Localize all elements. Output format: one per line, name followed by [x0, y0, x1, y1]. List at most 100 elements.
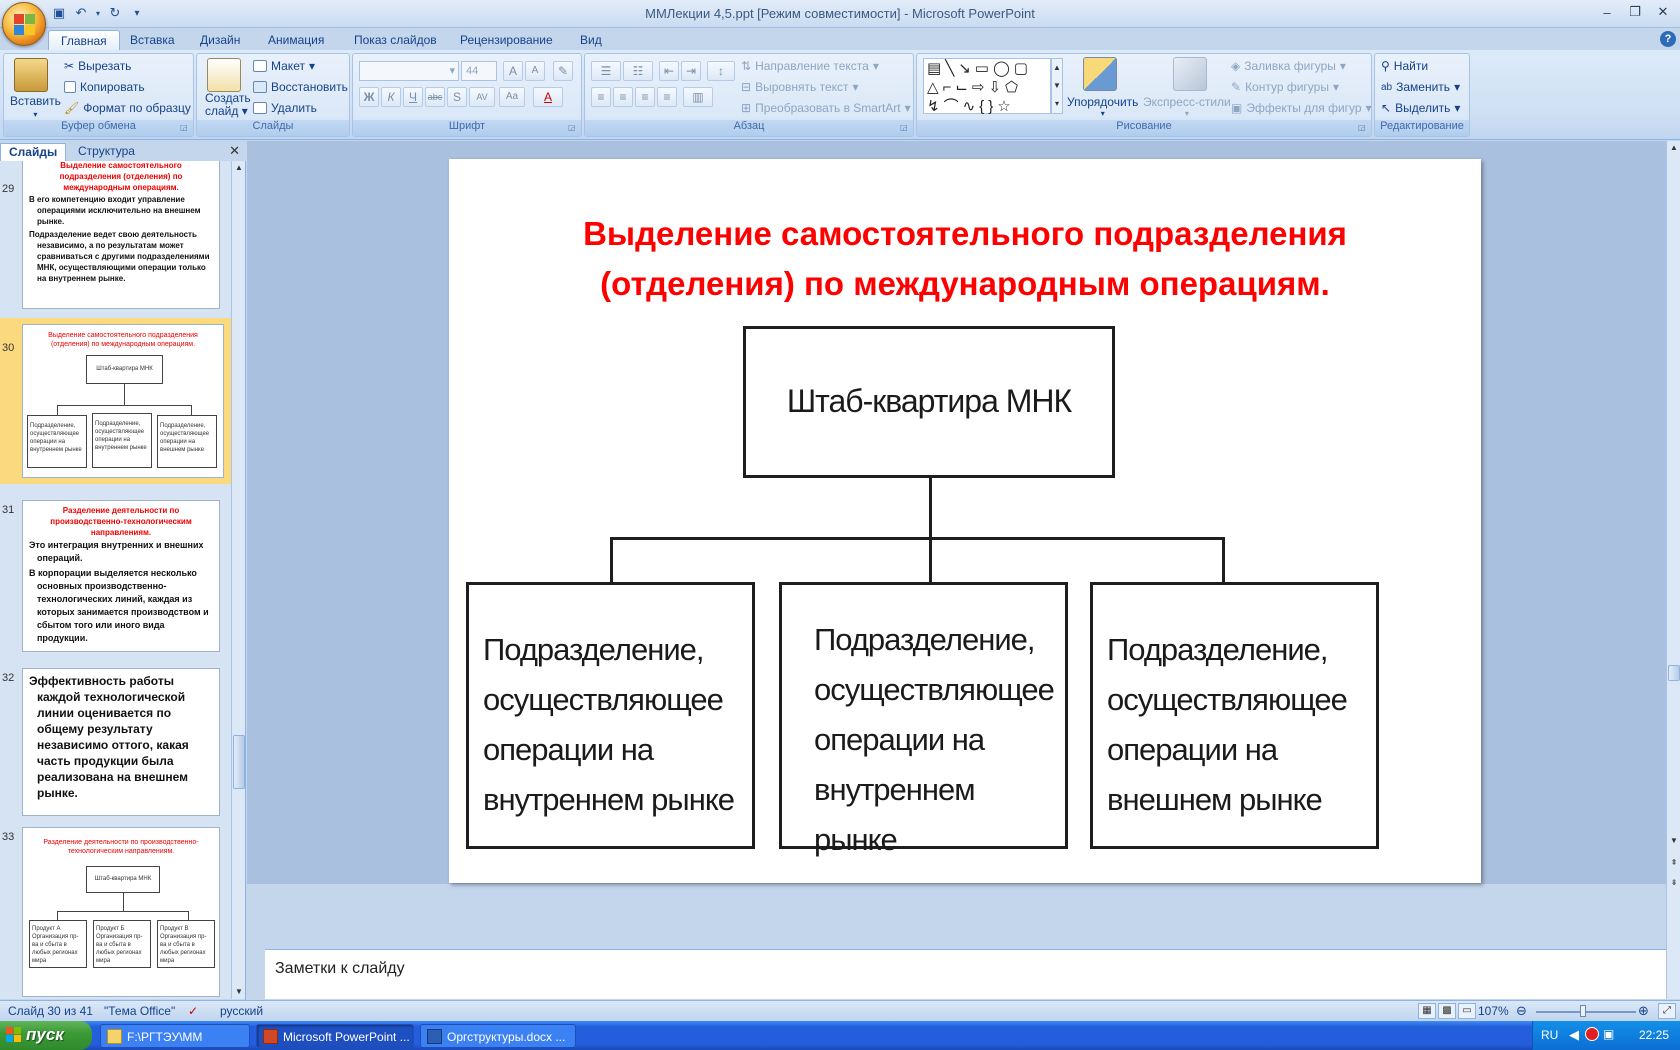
bullets-icon[interactable]: ☰	[591, 61, 621, 81]
elbow-connector-icon[interactable]: ⌐	[943, 79, 956, 96]
char-spacing-button[interactable]: AV	[469, 87, 495, 107]
reset-button[interactable]: Восстановить	[253, 80, 348, 94]
zoom-slider-thumb[interactable]	[1580, 1005, 1586, 1017]
font-color-button[interactable]: A	[533, 87, 563, 107]
scroll-thumb[interactable]	[233, 735, 245, 789]
copy-button[interactable]: Копировать	[64, 80, 145, 94]
notes-placeholder[interactable]: Заметки к слайду	[275, 960, 405, 978]
shrink-font-icon[interactable]: A	[525, 61, 545, 81]
tab-insert[interactable]: Вставка	[118, 30, 187, 51]
format-painter-button[interactable]: 🖌 Формат по образцу	[64, 101, 191, 115]
zoom-out-icon[interactable]: ⊖	[1516, 1003, 1527, 1019]
notes-pane[interactable]: Заметки к слайду	[265, 949, 1666, 999]
scroll-up-icon[interactable]: ▲	[1668, 142, 1680, 154]
star-shape-icon[interactable]: ☆	[997, 98, 1014, 115]
underline-button[interactable]: Ч	[403, 87, 423, 107]
font-launcher-icon[interactable]: ◲	[568, 123, 579, 134]
elbow-arrow-icon[interactable]: ⌙	[955, 79, 972, 96]
help-icon[interactable]: ?	[1660, 31, 1676, 47]
close-icon[interactable]: ✕	[1650, 2, 1676, 22]
slide-scrollbar[interactable]: ▲ ▼ ⇞ ⇟	[1666, 141, 1680, 999]
zoom-in-icon[interactable]: ⊕	[1638, 1003, 1649, 1019]
scroll-up-icon[interactable]: ▲	[233, 162, 245, 174]
text-direction-button[interactable]: ⇅ Направление текста ▾	[741, 59, 879, 73]
paste-button[interactable]: Вставить ▾	[10, 95, 61, 121]
select-button[interactable]: ↖ Выделить ▾	[1381, 101, 1460, 115]
shapes-gallery[interactable]: ▤╲↘▭◯▢ △⌐⌙⇨⇩⬠ ↯⌒∿{}☆	[923, 58, 1051, 115]
oval-shape-icon[interactable]: ◯	[993, 60, 1014, 77]
line-spacing-icon[interactable]: ↕	[707, 61, 735, 81]
thumbnail-slide-29[interactable]: Выделение самостоятельного подразделения…	[22, 161, 220, 309]
quick-styles-icon[interactable]	[1173, 57, 1207, 91]
org-chart-hq-box[interactable]: Штаб-квартира МНК	[743, 326, 1115, 478]
italic-button[interactable]: К	[381, 87, 401, 107]
arrange-button[interactable]: Упорядочить ▾	[1067, 96, 1138, 120]
columns-icon[interactable]: ▥	[683, 87, 713, 107]
shape-fill-button[interactable]: ◈ Заливка фигуры ▾	[1231, 59, 1346, 73]
tab-home[interactable]: Главная	[48, 30, 120, 51]
tab-outline[interactable]: Структура	[70, 143, 143, 161]
arrange-icon[interactable]	[1083, 57, 1117, 91]
thumbnail-slide-30[interactable]: Выделение самостоятельного подразделения…	[22, 324, 224, 478]
strikethrough-button[interactable]: abc	[425, 87, 445, 107]
line-shape-icon[interactable]: ╲	[945, 60, 958, 77]
rectangle-shape-icon[interactable]: ▭	[975, 60, 993, 77]
previous-slide-icon[interactable]: ⇞	[1668, 857, 1680, 869]
office-button[interactable]	[2, 2, 46, 46]
align-text-button[interactable]: ⊟ Выровнять текст ▾	[741, 80, 859, 94]
language-status[interactable]: русский	[220, 1004, 263, 1018]
align-center-icon[interactable]: ≡	[613, 87, 633, 107]
antivirus-icon[interactable]	[1585, 1027, 1599, 1041]
bold-button[interactable]: Ж	[359, 87, 379, 107]
back-tray-icon[interactable]: ◀	[1569, 1027, 1579, 1043]
right-arrow-shape-icon[interactable]: ⇨	[972, 79, 989, 96]
numbering-icon[interactable]: ☷	[623, 61, 653, 81]
replace-button[interactable]: ab Заменить ▾	[1381, 80, 1460, 94]
thumbnail-slide-33[interactable]: Разделение деятельности по производствен…	[22, 827, 220, 997]
decrease-indent-icon[interactable]: ⇤	[659, 61, 679, 81]
zoom-level[interactable]: 107%	[1478, 1004, 1509, 1018]
tab-slides[interactable]: Слайды	[0, 143, 67, 161]
tab-slideshow[interactable]: Показ слайдов	[342, 30, 449, 51]
tab-animation[interactable]: Анимация	[256, 30, 336, 51]
align-right-icon[interactable]: ≡	[635, 87, 655, 107]
taskbar-item-powerpoint[interactable]: Microsoft PowerPoint ...	[256, 1024, 414, 1048]
org-chart-box-2[interactable]: Подразделение, осуществляющее операции н…	[779, 582, 1068, 857]
scroll-thumb[interactable]	[1668, 665, 1680, 681]
clipboard-launcher-icon[interactable]: ◲	[180, 123, 191, 134]
delete-slide-button[interactable]: Удалить	[253, 101, 317, 115]
scroll-down-icon[interactable]: ▼	[233, 986, 245, 998]
thumbnail-scrollbar[interactable]: ▲ ▼	[231, 161, 245, 999]
font-name-combo[interactable]: ▾	[359, 61, 459, 81]
layout-button[interactable]: Макет ▾	[253, 59, 315, 73]
language-indicator[interactable]: RU	[1541, 1028, 1558, 1042]
arc-shape-icon[interactable]: ⌒	[944, 98, 963, 115]
tab-view[interactable]: Вид	[568, 30, 614, 51]
current-slide[interactable]: Выделение самостоятельного подразделения…	[449, 159, 1481, 883]
thumbnail-slide-31[interactable]: Разделение деятельности по производствен…	[22, 500, 220, 652]
fit-to-window-icon[interactable]: ⤢	[1658, 1003, 1676, 1019]
right-brace-icon[interactable]: }	[988, 98, 997, 115]
curve-arrow-icon[interactable]: ↯	[927, 98, 944, 115]
arrow-line-icon[interactable]: ↘	[958, 60, 975, 77]
shape-effects-button[interactable]: ▣ Эффекты для фигур ▾	[1231, 101, 1372, 115]
start-button[interactable]: пуск	[0, 1021, 92, 1050]
find-button[interactable]: ⚲ Найти	[1381, 59, 1428, 73]
slide-title[interactable]: Выделение самостоятельного подразделения…	[489, 209, 1441, 309]
zoom-slider[interactable]	[1536, 1011, 1636, 1013]
taskbar-item-folder[interactable]: F:\РГТЭУ\ММ	[100, 1024, 250, 1048]
slideshow-view-icon[interactable]: ▭	[1458, 1003, 1476, 1019]
shapes-scroll[interactable]: ▲ ▼ ▾	[1051, 58, 1063, 114]
new-slide-icon[interactable]	[207, 58, 241, 92]
left-brace-icon[interactable]: {	[979, 98, 988, 115]
change-case-button[interactable]: Aa	[499, 87, 525, 107]
paste-icon[interactable]	[14, 58, 48, 92]
tab-design[interactable]: Дизайн	[188, 30, 252, 51]
quick-styles-button[interactable]: Экспресс-стили ▾	[1143, 96, 1231, 120]
clear-format-icon[interactable]: ✎	[553, 61, 573, 81]
next-slide-icon[interactable]: ⇟	[1668, 877, 1680, 889]
normal-view-icon[interactable]: ▦	[1418, 1003, 1436, 1019]
tab-review[interactable]: Рецензирование	[448, 30, 565, 51]
pentagon-shape-icon[interactable]: ⬠	[1005, 79, 1022, 96]
taskbar-item-word[interactable]: Оргструктуры.docx ...	[420, 1024, 576, 1048]
